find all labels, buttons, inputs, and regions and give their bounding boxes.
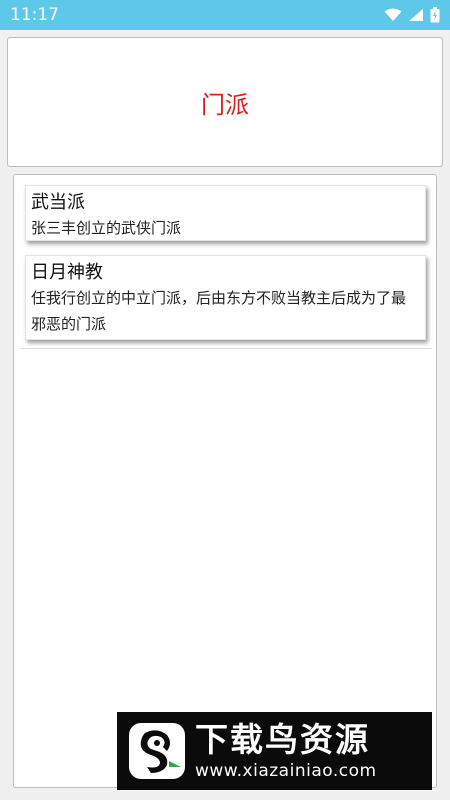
battery-icon bbox=[430, 7, 440, 23]
status-time: 11:17 bbox=[10, 5, 59, 25]
page-title: 门派 bbox=[201, 90, 249, 119]
list-divider bbox=[20, 348, 432, 349]
list-item-wudang[interactable]: 武当派 张三丰创立的武侠门派 bbox=[25, 185, 426, 241]
watermark-url: www.xiazainiao.com bbox=[195, 761, 377, 781]
signal-icon bbox=[409, 9, 423, 21]
watermark-title: 下载鸟资源 bbox=[195, 720, 370, 759]
list-item-title: 武当派 bbox=[31, 192, 85, 213]
list-item-riyue[interactable]: 日月神教 任我行创立的中立门派，后由东方不败当教主后成为了最邪恶的门派 bbox=[25, 255, 426, 340]
sect-list: 武当派 张三丰创立的武侠门派 日月神教 任我行创立的中立门派，后由东方不败当教主… bbox=[13, 174, 437, 788]
list-item-description: 张三丰创立的武侠门派 bbox=[31, 219, 182, 237]
list-item-title: 日月神教 bbox=[31, 262, 103, 283]
wifi-icon bbox=[384, 8, 402, 21]
header-card: 门派 bbox=[7, 37, 443, 167]
watermark: 下载鸟资源 www.xiazainiao.com bbox=[117, 712, 432, 790]
status-bar: 11:17 bbox=[0, 0, 450, 30]
watermark-text: 下载鸟资源 www.xiazainiao.com bbox=[195, 720, 377, 782]
list-item-description: 任我行创立的中立门派，后由东方不败当教主后成为了最邪恶的门派 bbox=[31, 289, 407, 333]
bird-logo-icon bbox=[129, 723, 185, 779]
status-icons bbox=[384, 7, 440, 23]
